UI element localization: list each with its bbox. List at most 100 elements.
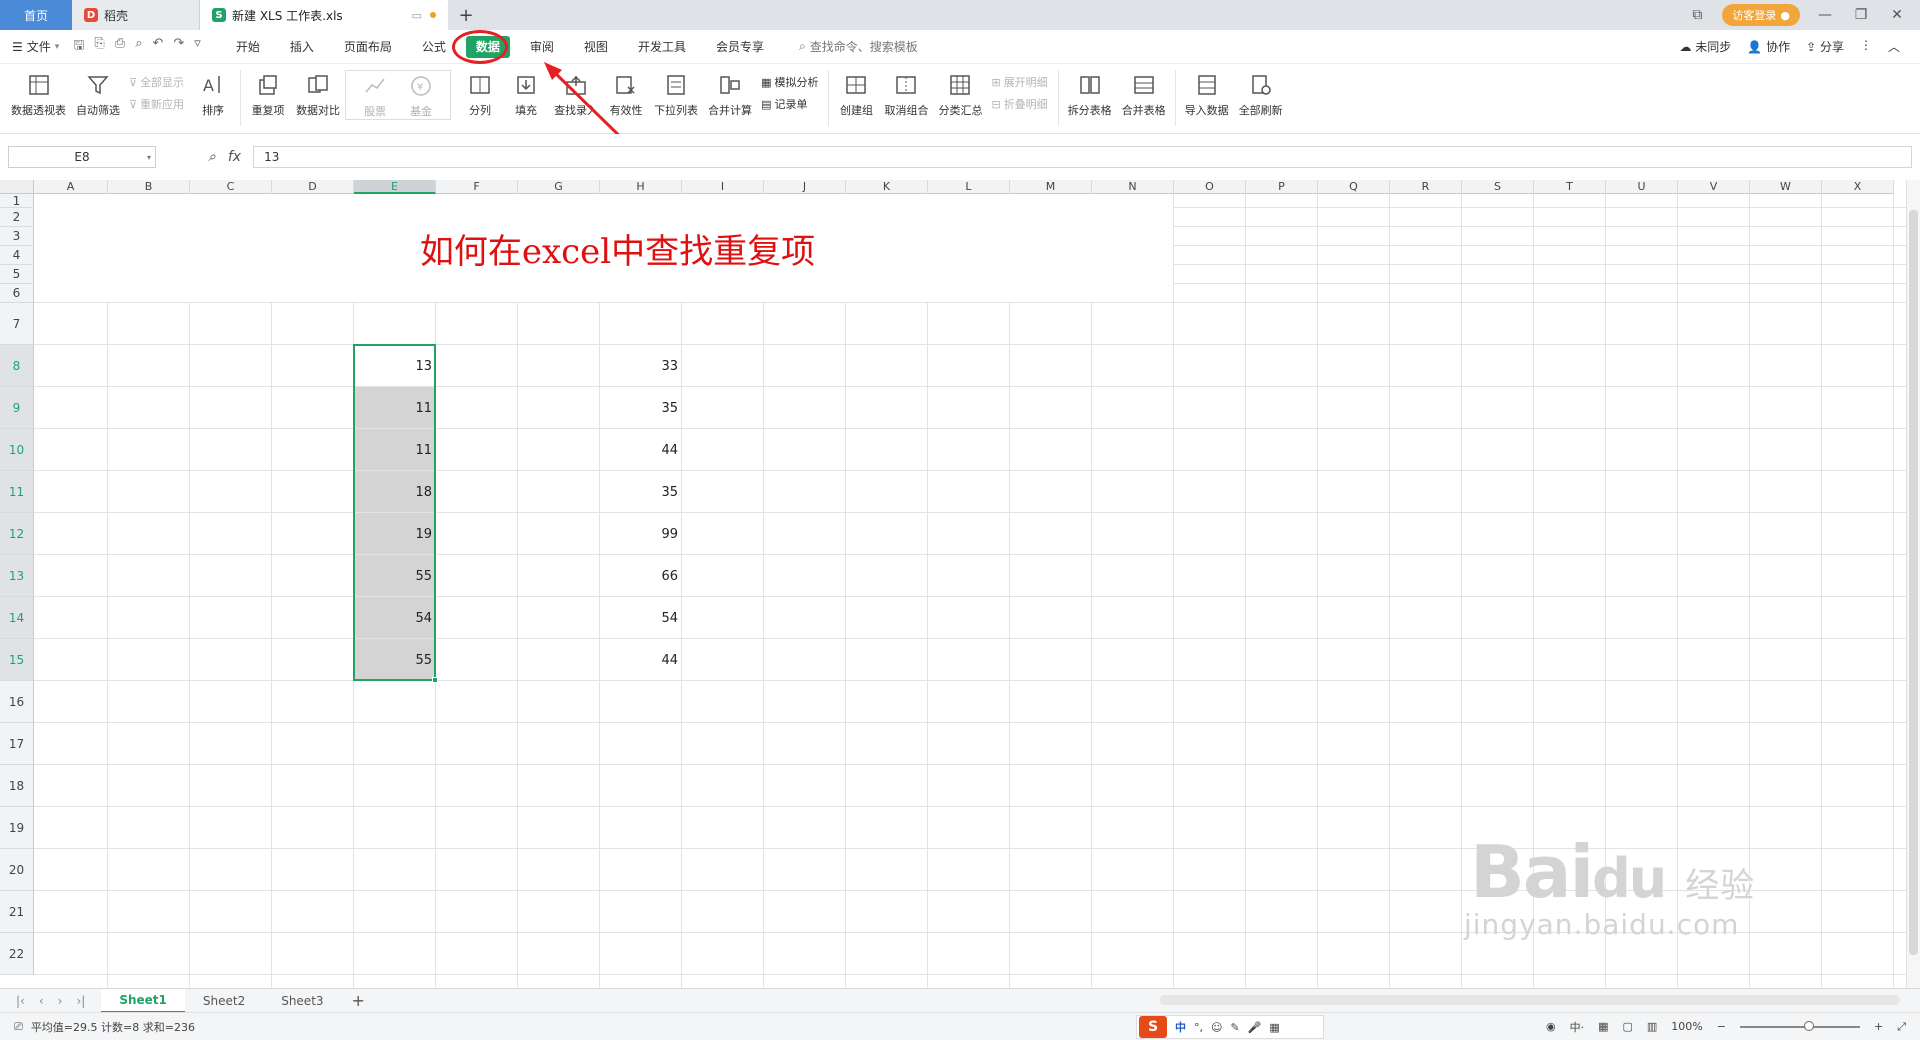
- tab-home[interactable]: 首页: [0, 0, 72, 30]
- simulate-analysis-button[interactable]: ▦ 模拟分析: [761, 74, 818, 90]
- sheet-tab-3[interactable]: Sheet3: [263, 989, 341, 1013]
- punctuation-icon[interactable]: °,: [1194, 1021, 1203, 1034]
- collapse-detail-button[interactable]: ⊟ 折叠明细: [991, 96, 1047, 112]
- row-header-1[interactable]: 1: [0, 194, 34, 208]
- column-header-k[interactable]: K: [846, 180, 928, 194]
- dropdown-list-button[interactable]: 下拉列表: [649, 70, 703, 118]
- save-icon[interactable]: 🖫: [73, 36, 84, 58]
- row-header-8[interactable]: 8: [0, 345, 34, 387]
- refresh-all-button[interactable]: 全部刷新: [1234, 70, 1288, 118]
- column-header-h[interactable]: H: [600, 180, 682, 194]
- vertical-scrollbar[interactable]: [1906, 180, 1920, 988]
- zoom-level[interactable]: 100%: [1671, 1020, 1702, 1033]
- add-sheet-button[interactable]: +: [342, 991, 375, 1010]
- restore-icon[interactable]: ❐: [1850, 7, 1872, 23]
- zoom-in-icon[interactable]: +: [1874, 1020, 1883, 1033]
- row-header-2[interactable]: 2: [0, 208, 34, 227]
- row-header-5[interactable]: 5: [0, 265, 34, 284]
- more-icon[interactable]: ⋮: [1860, 38, 1872, 55]
- pivot-table-button[interactable]: 数据透视表: [6, 70, 71, 118]
- print-preview-icon[interactable]: ⌕: [135, 36, 142, 58]
- merge-calc-button[interactable]: 合并计算: [703, 70, 757, 118]
- row-header-11[interactable]: 11: [0, 471, 34, 513]
- fx-icon[interactable]: fx: [228, 149, 241, 165]
- normal-view-icon[interactable]: ▦: [1598, 1020, 1608, 1033]
- minimize-icon[interactable]: —: [1814, 7, 1836, 23]
- column-header-f[interactable]: F: [436, 180, 518, 194]
- column-header-x[interactable]: X: [1822, 180, 1894, 194]
- cell-column-h[interactable]: 35: [600, 471, 682, 513]
- column-header-b[interactable]: B: [108, 180, 190, 194]
- data-compare-button[interactable]: 数据对比: [291, 70, 345, 118]
- import-data-button[interactable]: 导入数据: [1180, 70, 1234, 118]
- last-sheet-icon[interactable]: ›|: [76, 994, 85, 1008]
- tab-daoke[interactable]: D 稻壳: [72, 0, 200, 30]
- row-header-4[interactable]: 4: [0, 246, 34, 265]
- row-header-21[interactable]: 21: [0, 891, 34, 933]
- menu-data[interactable]: 数据: [465, 36, 510, 58]
- reapply-button[interactable]: ⊽ 重新应用: [129, 96, 184, 112]
- row-header-16[interactable]: 16: [0, 681, 34, 723]
- customize-icon[interactable]: ▿: [194, 36, 201, 58]
- menu-page-layout[interactable]: 页面布局: [334, 34, 402, 59]
- zoom-slider[interactable]: [1739, 1020, 1860, 1031]
- macro-record-icon[interactable]: ⎚: [14, 1020, 23, 1034]
- cell-column-h[interactable]: 33: [600, 345, 682, 387]
- menu-view[interactable]: 视图: [574, 34, 618, 59]
- tab-document[interactable]: S 新建 XLS 工作表.xls ▭: [200, 0, 448, 30]
- column-header-i[interactable]: I: [682, 180, 764, 194]
- print-icon[interactable]: ⎙: [115, 36, 125, 58]
- column-header-u[interactable]: U: [1606, 180, 1678, 194]
- lang-icon[interactable]: 中·: [1570, 1019, 1585, 1035]
- duplicate-button[interactable]: 重复项: [245, 70, 291, 118]
- prev-sheet-icon[interactable]: ‹: [39, 994, 44, 1008]
- select-all-corner[interactable]: [0, 180, 34, 194]
- cell-column-h[interactable]: 44: [600, 429, 682, 471]
- row-header-10[interactable]: 10: [0, 429, 34, 471]
- page-layout-view-icon[interactable]: ▢: [1622, 1020, 1632, 1033]
- sheet-tab-1[interactable]: Sheet1: [101, 988, 185, 1013]
- layout-icon[interactable]: ⧉: [1686, 7, 1708, 23]
- expand-detail-button[interactable]: ⊞ 展开明细: [991, 74, 1047, 90]
- stock-button[interactable]: 股票: [352, 71, 398, 119]
- fill-handle[interactable]: [432, 677, 438, 683]
- column-header-l[interactable]: L: [928, 180, 1010, 194]
- column-header-d[interactable]: D: [272, 180, 354, 194]
- row-header-17[interactable]: 17: [0, 723, 34, 765]
- column-header-p[interactable]: P: [1246, 180, 1318, 194]
- close-icon[interactable]: ✕: [1886, 7, 1908, 23]
- vertical-scrollbar-thumb[interactable]: [1909, 210, 1918, 955]
- column-header-s[interactable]: S: [1462, 180, 1534, 194]
- collapse-ribbon-icon[interactable]: ︿: [1888, 38, 1900, 55]
- column-header-e[interactable]: E: [354, 180, 436, 194]
- row-header-14[interactable]: 14: [0, 597, 34, 639]
- row-header-6[interactable]: 6: [0, 284, 34, 303]
- command-search[interactable]: ⌕ 查找命令、搜索模板: [799, 38, 918, 55]
- column-header-m[interactable]: M: [1010, 180, 1092, 194]
- window-mode-icon[interactable]: ▭: [412, 9, 422, 22]
- guest-login-button[interactable]: 访客登录 ●: [1722, 4, 1800, 26]
- row-header-7[interactable]: 7: [0, 303, 34, 345]
- record-form-button[interactable]: ▤ 记录单: [761, 96, 818, 112]
- zoom-slider-knob[interactable]: [1803, 1020, 1814, 1031]
- ime-lang[interactable]: 中: [1175, 1019, 1186, 1035]
- share-button[interactable]: ⇪ 分享: [1806, 38, 1844, 55]
- redo-icon[interactable]: ↷: [173, 36, 184, 58]
- cell-column-h[interactable]: 35: [600, 387, 682, 429]
- cell-column-h[interactable]: 66: [600, 555, 682, 597]
- fund-button[interactable]: ¥ 基金: [398, 71, 444, 119]
- column-header-r[interactable]: R: [1390, 180, 1462, 194]
- autofilter-button[interactable]: 自动筛选: [71, 70, 125, 118]
- horizontal-scrollbar[interactable]: [1160, 995, 1900, 1005]
- toolbox-icon[interactable]: ▦: [1269, 1021, 1279, 1034]
- column-header-j[interactable]: J: [764, 180, 846, 194]
- formula-input[interactable]: 13: [253, 146, 1912, 168]
- cell-column-h[interactable]: 44: [600, 639, 682, 681]
- ungroup-button[interactable]: 取消组合: [879, 70, 933, 118]
- split-table-button[interactable]: 拆分表格: [1063, 70, 1117, 118]
- menu-member[interactable]: 会员专享: [706, 34, 774, 59]
- row-header-22[interactable]: 22: [0, 933, 34, 975]
- cell-column-h[interactable]: 54: [600, 597, 682, 639]
- row-header-13[interactable]: 13: [0, 555, 34, 597]
- menu-formula[interactable]: 公式: [412, 34, 456, 59]
